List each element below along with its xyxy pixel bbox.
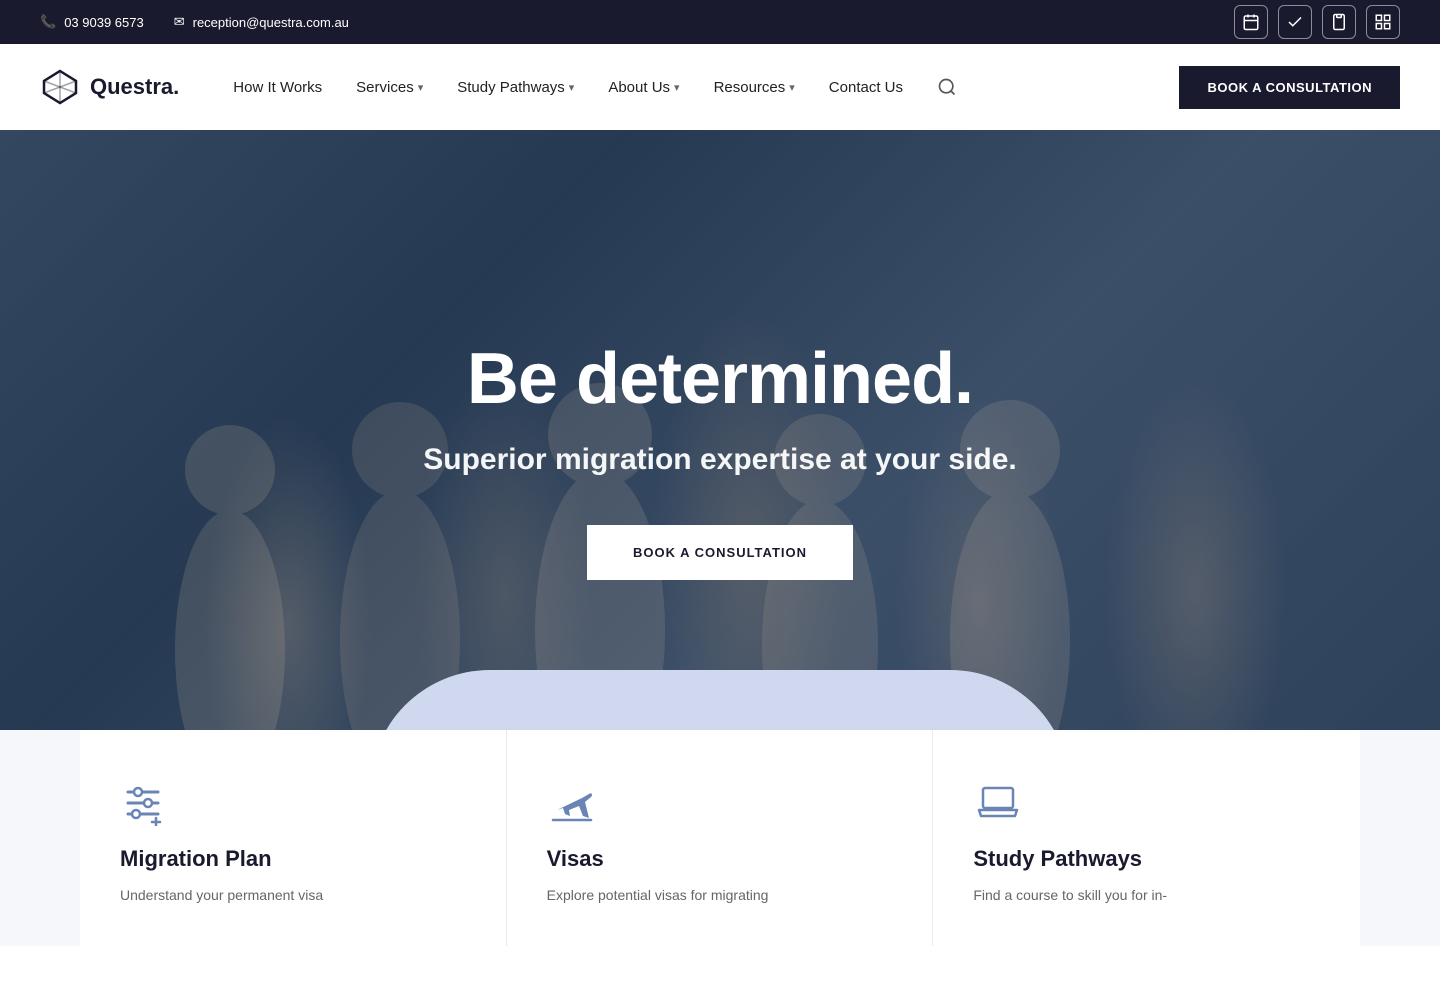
nav-how-it-works[interactable]: How It Works [219, 71, 336, 104]
phone-number: 03 9039 6573 [64, 15, 144, 30]
visas-icon [547, 780, 893, 826]
migration-plan-title: Migration Plan [120, 846, 466, 872]
nav-about-us[interactable]: About Us ▾ [594, 71, 693, 104]
laptop-icon [973, 780, 1023, 826]
search-icon [937, 77, 957, 97]
visas-title: Visas [547, 846, 893, 872]
migration-plan-desc: Understand your permanent visa [120, 884, 466, 906]
nav-contact-us[interactable]: Contact Us [815, 71, 917, 104]
cards-section: Migration Plan Understand your permanent… [0, 730, 1440, 946]
study-pathways-icon [973, 780, 1320, 826]
grid-icon[interactable] [1366, 5, 1400, 39]
cards-grid: Migration Plan Understand your permanent… [80, 730, 1360, 946]
top-bar: 📞 03 9039 6573 ✉ reception@questra.com.a… [0, 0, 1440, 44]
calendar-icon[interactable] [1234, 5, 1268, 39]
book-consultation-nav-button[interactable]: BOOK A CONSULTATION [1179, 66, 1400, 109]
hero-title: Be determined. [423, 340, 1017, 419]
check-icon[interactable] [1278, 5, 1312, 39]
navbar: Questra. How It Works Services ▾ Study P… [0, 44, 1440, 130]
logo[interactable]: Questra. [40, 67, 179, 107]
email-contact[interactable]: ✉ reception@questra.com.au [174, 14, 349, 30]
migration-plan-icon [120, 780, 466, 826]
hero-content: Be determined. Superior migration expert… [383, 340, 1057, 580]
phone-contact[interactable]: 📞 03 9039 6573 [40, 14, 144, 30]
airplane-icon [547, 780, 597, 826]
email-address: reception@questra.com.au [193, 15, 349, 30]
clipboard-icon[interactable] [1322, 5, 1356, 39]
nav-services[interactable]: Services ▾ [342, 71, 437, 104]
search-button[interactable] [931, 71, 963, 103]
phone-icon: 📞 [40, 14, 56, 30]
top-bar-contacts: 📞 03 9039 6573 ✉ reception@questra.com.a… [40, 14, 349, 30]
nav-study-pathways[interactable]: Study Pathways ▾ [443, 71, 588, 104]
social-icons [1234, 5, 1400, 39]
services-chevron-icon: ▾ [418, 81, 424, 94]
visas-desc: Explore potential visas for migrating [547, 884, 893, 906]
logo-icon [40, 67, 80, 107]
logo-text: Questra. [90, 74, 179, 100]
visas-card: Visas Explore potential visas for migrat… [507, 730, 934, 946]
nav-resources[interactable]: Resources ▾ [700, 71, 809, 104]
study-pathways-title: Study Pathways [973, 846, 1320, 872]
email-icon: ✉ [174, 14, 185, 30]
study-pathways-desc: Find a course to skill you for in- [973, 884, 1320, 906]
nav-links: How It Works Services ▾ Study Pathways ▾… [219, 71, 1179, 104]
about-chevron-icon: ▾ [674, 81, 680, 94]
study-pathways-card: Study Pathways Find a course to skill yo… [933, 730, 1360, 946]
sliders-icon [120, 780, 166, 826]
resources-chevron-icon: ▾ [789, 81, 795, 94]
hero-cta-button[interactable]: BOOK A CONSULTATION [587, 525, 853, 580]
study-chevron-icon: ▾ [569, 81, 575, 94]
migration-plan-card: Migration Plan Understand your permanent… [80, 730, 507, 946]
hero-subtitle: Superior migration expertise at your sid… [423, 443, 1017, 477]
